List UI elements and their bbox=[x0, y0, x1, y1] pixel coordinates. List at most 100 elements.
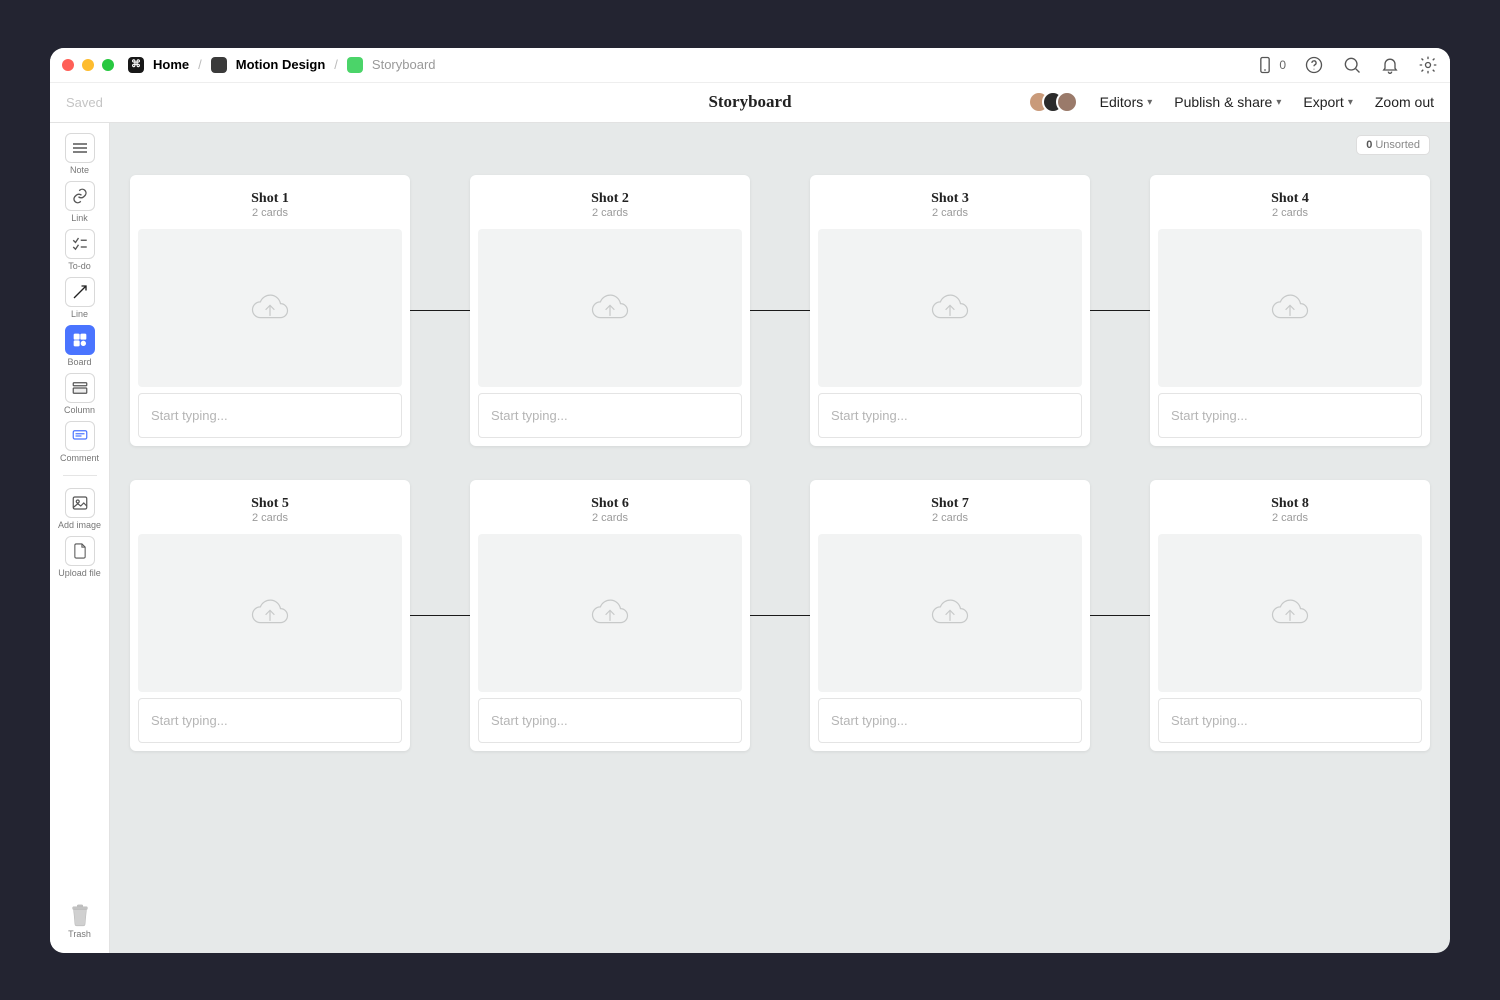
card-title: Shot 4 bbox=[1158, 191, 1422, 207]
tool-comment[interactable]: Comment bbox=[55, 421, 105, 463]
link-icon bbox=[71, 187, 89, 205]
tool-todo[interactable]: To-do bbox=[55, 229, 105, 271]
card-text-input[interactable]: Start typing... bbox=[478, 393, 742, 438]
shot-card[interactable]: Shot 5 2 cards Start typing... bbox=[130, 480, 410, 751]
card-text-input[interactable]: Start typing... bbox=[138, 393, 402, 438]
close-window-button[interactable] bbox=[62, 59, 74, 71]
notifications-button[interactable] bbox=[1380, 55, 1400, 75]
card-upload-area[interactable] bbox=[1158, 229, 1422, 387]
settings-button[interactable] bbox=[1418, 55, 1438, 75]
collaborator-avatars[interactable] bbox=[1028, 91, 1078, 113]
mobile-preview-button[interactable]: 0 bbox=[1255, 55, 1286, 75]
minimize-window-button[interactable] bbox=[82, 59, 94, 71]
card-upload-area[interactable] bbox=[818, 229, 1082, 387]
breadcrumb-home[interactable]: Home bbox=[153, 57, 189, 72]
board-row: Shot 5 2 cards Start typing... Shot 6 2 … bbox=[130, 480, 1430, 751]
tool-add-image[interactable]: Add image bbox=[55, 488, 105, 530]
card-text-input[interactable]: Start typing... bbox=[478, 698, 742, 743]
card-title: Shot 7 bbox=[818, 496, 1082, 512]
tool-upload-file[interactable]: Upload file bbox=[55, 536, 105, 578]
shot-card[interactable]: Shot 2 2 cards Start typing... bbox=[470, 175, 750, 446]
mobile-count: 0 bbox=[1279, 58, 1286, 72]
title-bar-actions: 0 bbox=[1255, 55, 1438, 75]
card-upload-area[interactable] bbox=[478, 229, 742, 387]
gear-icon bbox=[1418, 55, 1438, 75]
shot-card[interactable]: Shot 1 2 cards Start typing... bbox=[130, 175, 410, 446]
shot-card[interactable]: Shot 4 2 cards Start typing... bbox=[1150, 175, 1430, 446]
tool-link[interactable]: Link bbox=[55, 181, 105, 223]
card-text-input[interactable]: Start typing... bbox=[1158, 698, 1422, 743]
folder-icon bbox=[211, 57, 227, 73]
avatar bbox=[1056, 91, 1078, 113]
export-menu[interactable]: Export▾ bbox=[1303, 94, 1353, 110]
shot-card[interactable]: Shot 6 2 cards Start typing... bbox=[470, 480, 750, 751]
board-color-icon bbox=[347, 57, 363, 73]
card-upload-area[interactable] bbox=[138, 229, 402, 387]
cloud-upload-icon bbox=[249, 596, 291, 630]
board-icon bbox=[72, 332, 88, 348]
tool-column[interactable]: Column bbox=[55, 373, 105, 415]
window-controls bbox=[62, 59, 114, 71]
card-title: Shot 8 bbox=[1158, 496, 1422, 512]
card-title: Shot 1 bbox=[138, 191, 402, 207]
trash-icon bbox=[69, 903, 91, 927]
bell-icon bbox=[1380, 55, 1400, 75]
canvas[interactable]: 0Unsorted Shot 1 2 cards Start typing...… bbox=[110, 123, 1450, 953]
card-text-input[interactable]: Start typing... bbox=[138, 698, 402, 743]
toolbar: Saved Storyboard Editors▾ Publish & shar… bbox=[50, 83, 1450, 123]
editors-menu[interactable]: Editors▾ bbox=[1100, 94, 1153, 110]
card-upload-area[interactable] bbox=[1158, 534, 1422, 692]
breadcrumb-separator: / bbox=[198, 57, 202, 72]
help-button[interactable] bbox=[1304, 55, 1324, 75]
chevron-down-icon: ▾ bbox=[1147, 97, 1152, 108]
column-icon bbox=[71, 380, 89, 396]
tool-line[interactable]: Line bbox=[55, 277, 105, 319]
breadcrumb-current: Storyboard bbox=[372, 57, 436, 72]
note-icon bbox=[71, 142, 89, 154]
card-subtitle: 2 cards bbox=[818, 512, 1082, 524]
shot-card[interactable]: Shot 7 2 cards Start typing... bbox=[810, 480, 1090, 751]
maximize-window-button[interactable] bbox=[102, 59, 114, 71]
card-subtitle: 2 cards bbox=[138, 512, 402, 524]
unsorted-badge[interactable]: 0Unsorted bbox=[1356, 135, 1430, 155]
breadcrumb-motion-design[interactable]: Motion Design bbox=[236, 57, 326, 72]
card-subtitle: 2 cards bbox=[478, 512, 742, 524]
card-upload-area[interactable] bbox=[138, 534, 402, 692]
connector-line bbox=[750, 310, 810, 311]
image-icon bbox=[71, 494, 89, 512]
cloud-upload-icon bbox=[929, 291, 971, 325]
breadcrumb-separator: / bbox=[334, 57, 338, 72]
chevron-down-icon: ▾ bbox=[1348, 97, 1353, 108]
cloud-upload-icon bbox=[929, 596, 971, 630]
zoom-out-button[interactable]: Zoom out bbox=[1375, 94, 1434, 110]
connector-line bbox=[1090, 310, 1150, 311]
save-status: Saved bbox=[66, 95, 103, 110]
separator bbox=[63, 475, 97, 476]
card-subtitle: 2 cards bbox=[138, 207, 402, 219]
card-upload-area[interactable] bbox=[478, 534, 742, 692]
publish-share-menu[interactable]: Publish & share▾ bbox=[1174, 94, 1281, 110]
tool-note[interactable]: Note bbox=[55, 133, 105, 175]
page-title: Storyboard bbox=[708, 92, 791, 112]
card-text-input[interactable]: Start typing... bbox=[818, 393, 1082, 438]
search-icon bbox=[1342, 55, 1362, 75]
card-upload-area[interactable] bbox=[818, 534, 1082, 692]
tool-board[interactable]: Board bbox=[55, 325, 105, 367]
tool-trash[interactable]: Trash bbox=[55, 903, 105, 939]
card-text-input[interactable]: Start typing... bbox=[1158, 393, 1422, 438]
card-text-input[interactable]: Start typing... bbox=[818, 698, 1082, 743]
card-title: Shot 3 bbox=[818, 191, 1082, 207]
search-button[interactable] bbox=[1342, 55, 1362, 75]
mobile-icon bbox=[1255, 55, 1275, 75]
tool-sidebar: Note Link To-do Line Board Column bbox=[50, 123, 110, 953]
card-title: Shot 5 bbox=[138, 496, 402, 512]
shot-card[interactable]: Shot 8 2 cards Start typing... bbox=[1150, 480, 1430, 751]
app-window: ⌘ Home / Motion Design / Storyboard 0 bbox=[50, 48, 1450, 953]
cloud-upload-icon bbox=[589, 596, 631, 630]
breadcrumb: ⌘ Home / Motion Design / Storyboard bbox=[128, 57, 436, 73]
board-rows: Shot 1 2 cards Start typing... Shot 2 2 … bbox=[130, 175, 1430, 751]
card-title: Shot 6 bbox=[478, 496, 742, 512]
file-icon bbox=[72, 542, 88, 560]
shot-card[interactable]: Shot 3 2 cards Start typing... bbox=[810, 175, 1090, 446]
cloud-upload-icon bbox=[249, 291, 291, 325]
